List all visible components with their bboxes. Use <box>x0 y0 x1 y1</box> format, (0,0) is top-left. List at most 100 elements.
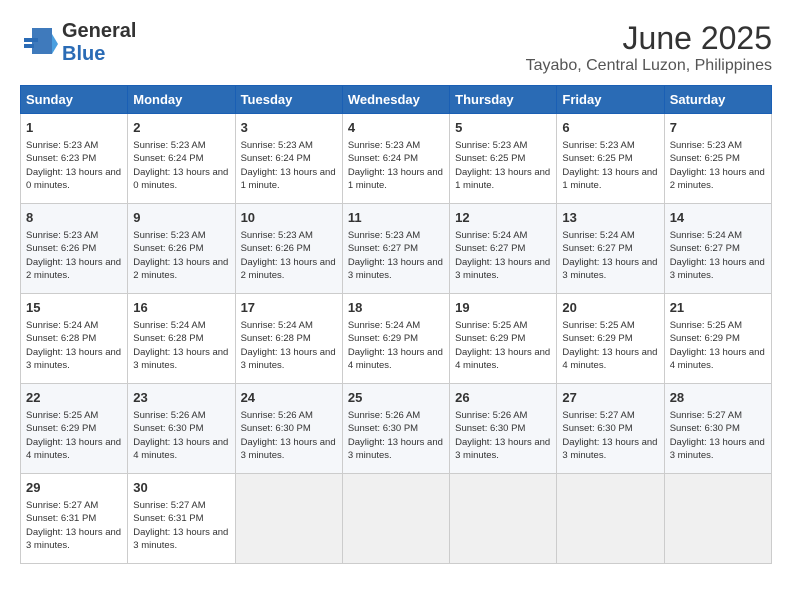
sunrise: Sunrise: 5:23 AM <box>348 230 420 241</box>
calendar-cell <box>342 474 449 564</box>
sunrise: Sunrise: 5:26 AM <box>133 410 205 421</box>
weekday-header: Monday <box>128 86 235 114</box>
day-info: Sunrise: 5:23 AMSunset: 6:24 PMDaylight:… <box>348 139 444 192</box>
sunrise: Sunrise: 5:27 AM <box>133 500 205 511</box>
sunset: Sunset: 6:26 PM <box>26 243 96 254</box>
day-info: Sunrise: 5:23 AMSunset: 6:26 PMDaylight:… <box>26 229 122 282</box>
weekday-header: Thursday <box>450 86 557 114</box>
day-info: Sunrise: 5:24 AMSunset: 6:28 PMDaylight:… <box>241 319 337 372</box>
daylight: Daylight: 13 hours and 3 minutes. <box>241 347 336 371</box>
day-number: 1 <box>26 119 122 137</box>
sunset: Sunset: 6:29 PM <box>26 423 96 434</box>
day-number: 24 <box>241 389 337 407</box>
calendar-cell: 3Sunrise: 5:23 AMSunset: 6:24 PMDaylight… <box>235 114 342 204</box>
sunset: Sunset: 6:25 PM <box>670 153 740 164</box>
day-number: 8 <box>26 209 122 227</box>
daylight: Daylight: 13 hours and 0 minutes. <box>26 167 121 191</box>
day-info: Sunrise: 5:26 AMSunset: 6:30 PMDaylight:… <box>455 409 551 462</box>
day-info: Sunrise: 5:27 AMSunset: 6:31 PMDaylight:… <box>26 499 122 552</box>
daylight: Daylight: 13 hours and 0 minutes. <box>133 167 228 191</box>
sunrise: Sunrise: 5:24 AM <box>26 320 98 331</box>
day-info: Sunrise: 5:26 AMSunset: 6:30 PMDaylight:… <box>241 409 337 462</box>
calendar-week-row: 29Sunrise: 5:27 AMSunset: 6:31 PMDayligh… <box>21 474 772 564</box>
sunset: Sunset: 6:29 PM <box>562 333 632 344</box>
day-number: 13 <box>562 209 658 227</box>
daylight: Daylight: 13 hours and 4 minutes. <box>348 347 443 371</box>
sunrise: Sunrise: 5:24 AM <box>562 230 634 241</box>
calendar-week-row: 22 Sunrise: 5:25 AM Sunset: 6:29 PM Dayligh… <box>21 384 772 474</box>
calendar-cell: 24 Sunrise: 5:26 AMSunset: 6:30 PMDayligh… <box>235 384 342 474</box>
sunset: Sunset: 6:24 PM <box>241 153 311 164</box>
day-info: Sunrise: 5:24 AMSunset: 6:27 PMDaylight:… <box>562 229 658 282</box>
calendar-cell: 22Sunrise: 5:25 AMSunset: 6:29 PMDayligh… <box>21 384 128 474</box>
sunrise: Sunrise: 5:24 AM <box>241 320 313 331</box>
sunset: Sunset: 6:31 PM <box>133 513 203 524</box>
calendar-cell: 19Sunrise: 5:25 AMSunset: 6:29 PMDayligh… <box>450 294 557 384</box>
day-number: 30 <box>133 479 229 497</box>
daylight: Daylight: 13 hours and 1 minute. <box>348 167 443 191</box>
sunrise: Sunrise: 5:25 AM <box>670 320 742 331</box>
day-info: Sunrise: 5:24 AMSunset: 6:28 PMDaylight:… <box>133 319 229 372</box>
calendar-cell: 10 Sunrise: 5:23 AMSunset: 6:26 PMDayligh… <box>235 204 342 294</box>
calendar-cell: 5Sunrise: 5:23 AMSunset: 6:25 PMDaylight… <box>450 114 557 204</box>
sunrise: Sunrise: 5:27 AM <box>562 410 634 421</box>
day-number: 22 <box>26 389 122 407</box>
calendar-cell: 8 Sunrise: 5:23 AMSunset: 6:26 PMDaylight… <box>21 204 128 294</box>
sunrise: Sunrise: 5:25 AM <box>26 410 98 421</box>
logo-icon <box>20 24 58 62</box>
day-info: Sunrise: 5:25 AMSunset: 6:29 PMDaylight:… <box>455 319 551 372</box>
day-number: 20 <box>562 299 658 317</box>
daylight: Daylight: 13 hours and 3 minutes. <box>348 437 443 461</box>
day-number: 28 <box>670 389 766 407</box>
calendar-cell: 25Sunrise: 5:26 AMSunset: 6:30 PMDayligh… <box>342 384 449 474</box>
calendar-cell <box>664 474 771 564</box>
daylight: Daylight: 13 hours and 4 minutes. <box>133 437 228 461</box>
day-number: 14 <box>670 209 766 227</box>
day-info: Sunrise: 5:27 AM Sunset: 6:31 PM Daylight:… <box>133 499 229 552</box>
calendar-cell: 23Sunrise: 5:26 AMSunset: 6:30 PMDayligh… <box>128 384 235 474</box>
calendar-cell: 28Sunrise: 5:27 AMSunset: 6:30 PMDayligh… <box>664 384 771 474</box>
daylight: Daylight: 13 hours and 3 minutes. <box>455 257 550 281</box>
day-info: Sunrise: 5:23 AM Sunset: 6:25 PM Daylight:… <box>670 139 766 192</box>
sunset: Sunset: 6:27 PM <box>455 243 525 254</box>
day-number: 27 <box>562 389 658 407</box>
weekday-header: Friday <box>557 86 664 114</box>
calendar-cell: 6Sunrise: 5:23 AMSunset: 6:25 PMDaylight… <box>557 114 664 204</box>
daylight: Daylight: 13 hours and 3 minutes. <box>562 257 657 281</box>
weekday-header: Wednesday <box>342 86 449 114</box>
day-number: 7 <box>670 119 766 137</box>
day-info: Sunrise: 5:23 AMSunset: 6:27 PMDaylight:… <box>348 229 444 282</box>
day-number: 17 <box>241 299 337 317</box>
sunset: Sunset: 6:29 PM <box>455 333 525 344</box>
calendar-cell <box>557 474 664 564</box>
day-info: Sunrise: 5:23 AMSunset: 6:26 PMDaylight:… <box>241 229 337 282</box>
calendar-cell: 9Sunrise: 5:23 AMSunset: 6:26 PMDaylight… <box>128 204 235 294</box>
calendar-week-row: 15Sunrise: 5:24 AMSunset: 6:28 PMDayligh… <box>21 294 772 384</box>
day-number: 10 <box>241 209 337 227</box>
daylight: Daylight: 13 hours and 3 minutes. <box>455 437 550 461</box>
calendar-cell: 30 Sunrise: 5:27 AM Sunset: 6:31 PM Dayligh… <box>128 474 235 564</box>
logo-line: General Blue <box>20 20 136 66</box>
daylight: Daylight: 13 hours and 3 minutes. <box>348 257 443 281</box>
sunrise: Sunrise: 5:23 AM <box>670 140 742 151</box>
sunrise: Sunrise: 5:24 AM <box>670 230 742 241</box>
sunrise: Sunrise: 5:23 AM <box>133 140 205 151</box>
day-number: 3 <box>241 119 337 137</box>
daylight: Daylight: 13 hours and 3 minutes. <box>670 437 765 461</box>
daylight: Daylight: 13 hours and 1 minute. <box>455 167 550 191</box>
day-number: 2 <box>133 119 229 137</box>
daylight: Daylight: 13 hours and 4 minutes. <box>670 347 765 371</box>
sunrise: Sunrise: 5:26 AM <box>348 410 420 421</box>
daylight: Daylight: 13 hours and 1 minute. <box>241 167 336 191</box>
daylight: Daylight: 13 hours and 3 minutes. <box>133 527 228 551</box>
daylight: Daylight: 13 hours and 4 minutes. <box>562 347 657 371</box>
weekday-header: Saturday <box>664 86 771 114</box>
sunset: Sunset: 6:23 PM <box>26 153 96 164</box>
daylight: Daylight: 13 hours and 3 minutes. <box>241 437 336 461</box>
calendar-cell: 16Sunrise: 5:24 AMSunset: 6:28 PMDayligh… <box>128 294 235 384</box>
day-number: 4 <box>348 119 444 137</box>
daylight: Daylight: 13 hours and 3 minutes. <box>26 527 121 551</box>
calendar-cell: 29Sunrise: 5:27 AMSunset: 6:31 PMDayligh… <box>21 474 128 564</box>
sunset: Sunset: 6:30 PM <box>670 423 740 434</box>
daylight: Daylight: 13 hours and 2 minutes. <box>670 167 765 191</box>
